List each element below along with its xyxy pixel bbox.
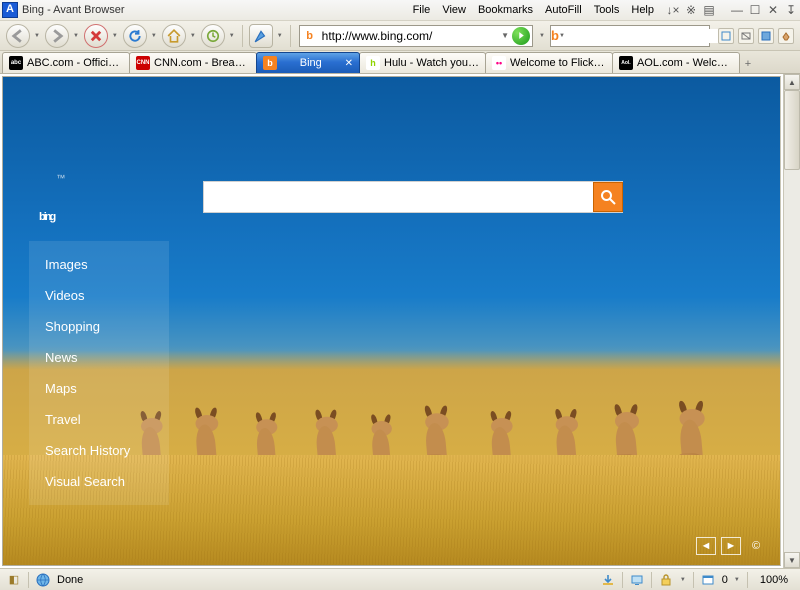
- menu-help[interactable]: Help: [625, 2, 660, 18]
- search-engine-icon[interactable]: b: [551, 26, 559, 46]
- bing-search-input[interactable]: [204, 182, 622, 212]
- menu-tools[interactable]: Tools: [588, 2, 626, 18]
- skin-icon[interactable]: ◧: [6, 572, 22, 588]
- tab-label: AOL.com - Welco…: [637, 57, 733, 69]
- cascade-down-icon[interactable]: ↓×: [666, 3, 680, 17]
- bing-logo: bing ™: [39, 173, 65, 233]
- tile-icon[interactable]: ▤: [702, 3, 716, 17]
- url-dropdown-icon[interactable]: ▼: [501, 31, 509, 40]
- vertical-scrollbar[interactable]: ▲ ▼: [783, 74, 800, 568]
- favicon-icon: CNN: [136, 56, 150, 70]
- nav-videos[interactable]: Videos: [29, 280, 169, 311]
- nav-images[interactable]: Images: [29, 249, 169, 280]
- menu-bar: File View Bookmarks AutoFill Tools Help: [407, 2, 660, 18]
- lock-icon[interactable]: [658, 572, 674, 588]
- nav-shopping[interactable]: Shopping: [29, 311, 169, 342]
- search-bar[interactable]: b ▼: [550, 25, 710, 47]
- nav-visual-search[interactable]: Visual Search: [29, 466, 169, 497]
- favicon-icon: h: [366, 56, 380, 70]
- menu-bookmarks[interactable]: Bookmarks: [472, 2, 539, 18]
- scroll-up-button[interactable]: ▲: [784, 74, 800, 90]
- search-input[interactable]: [566, 29, 729, 43]
- address-bar[interactable]: b ▼: [299, 25, 533, 47]
- next-image-button[interactable]: ►: [721, 537, 741, 555]
- back-button[interactable]: [6, 24, 30, 48]
- nav-search-history[interactable]: Search History: [29, 435, 169, 466]
- tab-bing[interactable]: b Bing ✕: [256, 52, 360, 73]
- tab-label: CNN.com - Breaki…: [154, 57, 250, 69]
- downloads-icon[interactable]: [600, 572, 616, 588]
- bing-logo-text: bing: [39, 211, 54, 223]
- main-toolbar: ▼ ▼ ▼ ▼ ▼ ▼ ▼ b ▼ ▼ b ▼: [0, 21, 800, 51]
- network-icon: [35, 572, 51, 588]
- clear-records-icon[interactable]: [778, 28, 794, 44]
- tab-cnn[interactable]: CNN CNN.com - Breaki…: [129, 52, 257, 73]
- trademark: ™: [56, 173, 65, 183]
- favicon-icon: Aol.: [619, 56, 633, 70]
- favicon-icon: b: [263, 56, 277, 70]
- maximize-icon[interactable]: ☐: [748, 3, 762, 17]
- scroll-down-button[interactable]: ▼: [784, 552, 800, 568]
- status-bar: ◧ Done ▼ 0 ▼ 100%: [0, 568, 800, 590]
- bing-category-nav: Images Videos Shopping News Maps Travel …: [29, 241, 169, 505]
- page-content: bing ™ Images Videos Shopping News Maps T…: [2, 76, 781, 566]
- nav-news[interactable]: News: [29, 342, 169, 373]
- nav-travel[interactable]: Travel: [29, 404, 169, 435]
- popup-count: 0: [722, 574, 728, 586]
- scroll-thumb[interactable]: [784, 90, 800, 170]
- site-favicon-icon: b: [302, 28, 318, 44]
- screen-icon[interactable]: [629, 572, 645, 588]
- pin-icon[interactable]: ↧: [784, 3, 798, 17]
- scroll-track[interactable]: [784, 170, 800, 552]
- content-viewport: bing ™ Images Videos Shopping News Maps T…: [0, 74, 800, 568]
- fullscreen-icon[interactable]: [718, 28, 734, 44]
- tab-abc[interactable]: abc ABC.com - Officia…: [2, 52, 130, 73]
- toolbar-extra-icons: [718, 28, 794, 44]
- nav-maps[interactable]: Maps: [29, 373, 169, 404]
- app-icon: [2, 2, 18, 18]
- status-text: Done: [57, 574, 83, 586]
- ad-block-icon[interactable]: [738, 28, 754, 44]
- cascade-icon[interactable]: ※: [684, 3, 698, 17]
- url-input[interactable]: [318, 29, 501, 43]
- history-button[interactable]: [201, 24, 225, 48]
- bing-search-box[interactable]: [203, 181, 623, 213]
- popup-blocked-icon[interactable]: [700, 572, 716, 588]
- tab-label: Welcome to Flickr…: [510, 57, 606, 69]
- bing-search-button[interactable]: [593, 182, 623, 212]
- bing-image-controls: ◄ ► ©: [696, 537, 766, 555]
- forward-button[interactable]: [45, 24, 69, 48]
- tab-aol[interactable]: Aol. AOL.com - Welco…: [612, 52, 740, 73]
- menu-file[interactable]: File: [407, 2, 437, 18]
- tab-close-icon[interactable]: ✕: [345, 58, 353, 69]
- new-tab-button[interactable]: +: [739, 55, 757, 73]
- go-button[interactable]: [512, 27, 530, 45]
- menu-autofill[interactable]: AutoFill: [539, 2, 588, 18]
- tab-label: ABC.com - Officia…: [27, 57, 123, 69]
- title-bar: Bing - Avant Browser File View Bookmarks…: [0, 0, 800, 21]
- home-button[interactable]: [162, 24, 186, 48]
- favicon-icon: abc: [9, 56, 23, 70]
- tab-label: Bing: [281, 57, 341, 69]
- stop-button[interactable]: [84, 24, 108, 48]
- autofill-button[interactable]: [249, 24, 273, 48]
- save-page-icon[interactable]: [758, 28, 774, 44]
- zoom-level[interactable]: 100%: [754, 574, 794, 586]
- minimize-icon[interactable]: —: [730, 3, 744, 17]
- bing-homepage: bing ™ Images Videos Shopping News Maps T…: [3, 77, 780, 565]
- tab-flickr[interactable]: •• Welcome to Flickr…: [485, 52, 613, 73]
- menu-view[interactable]: View: [436, 2, 472, 18]
- prev-image-button[interactable]: ◄: [696, 537, 716, 555]
- tab-strip: abc ABC.com - Officia… CNN CNN.com - Bre…: [0, 51, 800, 74]
- close-icon[interactable]: ✕: [766, 3, 780, 17]
- tab-hulu[interactable]: h Hulu - Watch you…: [359, 52, 486, 73]
- tab-label: Hulu - Watch you…: [384, 57, 479, 69]
- title-bar-icons: ↓× ※ ▤ — ☐ ✕ ↧: [666, 3, 798, 17]
- refresh-button[interactable]: [123, 24, 147, 48]
- window-title: Bing - Avant Browser: [22, 4, 125, 16]
- favicon-icon: ••: [492, 56, 506, 70]
- image-info-button[interactable]: ©: [746, 537, 766, 555]
